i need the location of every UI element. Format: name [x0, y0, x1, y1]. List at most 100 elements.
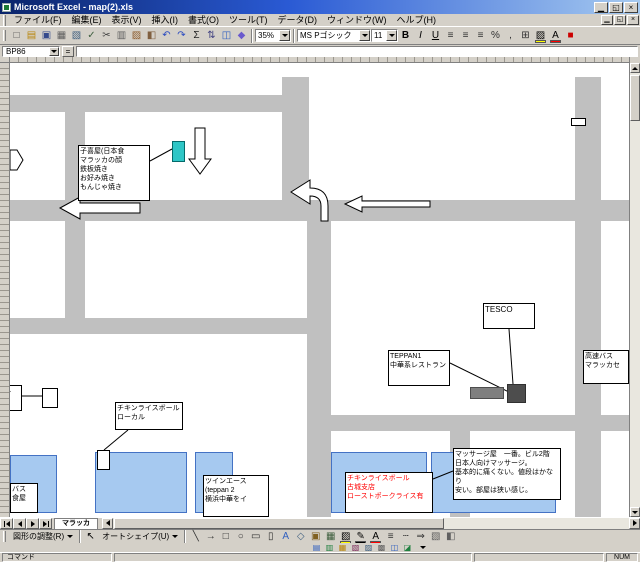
dash-style-icon[interactable]: ┄ — [398, 530, 413, 544]
drawing-toolbar-grip[interactable] — [3, 531, 6, 542]
font-name-combo[interactable]: MS Pゴシック — [297, 29, 371, 42]
close-button[interactable]: × — [624, 1, 638, 13]
last-sheet-button[interactable] — [39, 518, 52, 529]
drawing-icon[interactable]: ◆ — [234, 29, 249, 43]
vertical-scrollbar[interactable] — [629, 57, 640, 517]
mini-toolbar-icon-3[interactable]: ▦ — [336, 543, 349, 552]
select-objects-icon[interactable]: ↖ — [83, 530, 98, 544]
mini-toolbar-icon-8[interactable]: ◪ — [401, 543, 414, 552]
formula-input[interactable] — [76, 45, 638, 57]
map-label-teppan1[interactable]: TEPPAN1 中華系レストラン — [388, 350, 450, 386]
minimize-button[interactable]: ▁ — [594, 1, 608, 13]
percent-style-icon[interactable]: % — [488, 29, 503, 43]
horizontal-scrollbar[interactable] — [102, 517, 640, 530]
format-painter-icon[interactable]: ◧ — [144, 29, 159, 43]
row-headers[interactable] — [0, 63, 10, 517]
mini-toolbar-icon-2[interactable]: ▥ — [323, 543, 336, 552]
macro-stop-icon[interactable]: ■ — [563, 29, 578, 43]
map-label-chicken-rice-kojyo[interactable]: チキンライスボール 古城支店 ローストポークライス有 — [345, 472, 433, 513]
mini-toolbar-icon-4[interactable]: ▧ — [349, 543, 362, 552]
workbook-close-button[interactable]: × — [627, 15, 639, 25]
copy-icon[interactable]: ▥ — [114, 29, 129, 43]
scroll-right-button[interactable] — [629, 517, 640, 529]
bus-stop-marker[interactable] — [571, 118, 586, 126]
menu-item-6[interactable]: ツール(T) — [224, 14, 273, 26]
map-small-box-1[interactable] — [42, 388, 58, 408]
down-arrow[interactable] — [188, 127, 212, 175]
sort-ascending-icon[interactable]: ⇅ — [204, 29, 219, 43]
zoom-combo[interactable]: 35% — [255, 29, 291, 42]
arrow-icon[interactable]: → — [203, 530, 218, 544]
line-style-icon[interactable]: ≡ — [383, 530, 398, 544]
undo-icon[interactable]: ↶ — [159, 29, 174, 43]
autoshapes-menu-button[interactable]: オートシェイプ(U) — [98, 531, 182, 543]
mini-toolbar-icon-7[interactable]: ◫ — [388, 543, 401, 552]
redo-icon[interactable]: ↷ — [174, 29, 189, 43]
map-label-twin-ace[interactable]: ツインエース (teppan 2 横浜中華をイ — [203, 475, 269, 517]
comma-style-icon[interactable]: , — [503, 29, 518, 43]
map-label-chicken-rice-local[interactable]: チキンライスボール ローカル — [115, 402, 183, 430]
name-box-dropdown-icon[interactable] — [49, 46, 59, 56]
autosum-icon[interactable]: Σ — [189, 29, 204, 43]
map-label-bus-restaurant[interactable]: バス 食屋 — [10, 483, 38, 513]
clip-art-icon[interactable]: ▣ — [308, 530, 323, 544]
horizontal-scroll-thumb[interactable] — [114, 517, 444, 529]
shape-fill-color-icon[interactable]: ▨ — [338, 530, 353, 544]
menu-item-9[interactable]: ヘルプ(H) — [392, 14, 442, 26]
map-label-highway-bus[interactable]: 高速バス マラッカセ — [583, 350, 629, 384]
arrow-style-icon[interactable]: ⇒ — [413, 530, 428, 544]
menu-item-2[interactable]: 編集(E) — [67, 14, 107, 26]
text-box-icon[interactable]: ▭ — [248, 530, 263, 544]
map-canvas[interactable]: 子喜屋(日本食 マラッカの顔 鉄板焼き お好み焼き もんじゃ焼き TESCO T… — [10, 63, 629, 517]
align-left-icon[interactable]: ≡ — [443, 29, 458, 43]
font-size-combo[interactable]: 11 — [371, 29, 398, 42]
map-small-box-2[interactable] — [97, 450, 110, 470]
italic-icon[interactable]: I — [413, 29, 428, 43]
shape-line-color-icon[interactable]: ✎ — [353, 530, 368, 544]
font-color-icon[interactable]: A — [548, 29, 563, 43]
map-label-tesco[interactable]: TESCO — [483, 303, 535, 329]
next-sheet-button[interactable] — [26, 518, 39, 529]
previous-sheet-button[interactable] — [13, 518, 26, 529]
fill-color-icon[interactable]: ▨ — [533, 29, 548, 43]
map-label-massage[interactable]: マッサージ屋 一番。ビル2階 日本人向けマッサージ。 基本的に痛くない。値段はか… — [453, 448, 561, 500]
shape-font-color-icon[interactable]: A — [368, 530, 383, 544]
oval-icon[interactable]: ○ — [233, 530, 248, 544]
mini-toolbar-icon-6[interactable]: ▩ — [375, 543, 388, 552]
menu-item-5[interactable]: 書式(O) — [183, 14, 224, 26]
save-icon[interactable]: ▣ — [39, 29, 54, 43]
diagram-icon[interactable]: ◇ — [293, 530, 308, 544]
menu-item-1[interactable]: ファイル(F) — [9, 14, 67, 26]
restore-button[interactable]: ◱ — [609, 1, 623, 13]
edit-formula-button[interactable]: = — [62, 45, 74, 57]
borders-icon[interactable]: ⊞ — [518, 29, 533, 43]
building-marker-2[interactable] — [507, 384, 526, 403]
workbook-restore-button[interactable]: ◱ — [614, 15, 626, 25]
name-box[interactable]: BP86 — [2, 45, 60, 57]
scroll-left-button[interactable] — [102, 517, 113, 529]
print-preview-icon[interactable]: ▧ — [69, 29, 84, 43]
map-label-kokiya[interactable]: 子喜屋(日本食 マラッカの顔 鉄板焼き お好み焼き もんじゃ焼き — [78, 145, 150, 201]
toolbar-grip[interactable] — [3, 30, 6, 41]
picture-icon[interactable]: ▦ — [323, 530, 338, 544]
zoom-dropdown-icon[interactable] — [279, 30, 290, 41]
menu-item-3[interactable]: 表示(V) — [107, 14, 147, 26]
wordart-icon[interactable]: A — [278, 530, 293, 544]
shadow-style-icon[interactable]: ▧ — [428, 530, 443, 544]
teal-shop-marker[interactable] — [172, 141, 185, 162]
new-icon[interactable]: □ — [9, 29, 24, 43]
mini-toolbar-icon-5[interactable]: ▨ — [362, 543, 375, 552]
vertical-text-box-icon[interactable]: ▯ — [263, 530, 278, 544]
font-size-dropdown-icon[interactable] — [386, 30, 397, 41]
menu-item-4[interactable]: 挿入(I) — [147, 14, 184, 26]
mini-toolbar-dropdown[interactable] — [416, 543, 429, 552]
vertical-scroll-thumb[interactable] — [630, 75, 640, 121]
sheet-tab-マラッカ[interactable]: マラッカ — [54, 518, 98, 529]
scroll-down-button[interactable] — [630, 507, 640, 517]
paste-icon[interactable]: ▨ — [129, 29, 144, 43]
scroll-up-button[interactable] — [630, 63, 640, 73]
chart-wizard-icon[interactable]: ◫ — [219, 29, 234, 43]
draw-menu-button[interactable]: 図形の調整(R) — [9, 531, 77, 543]
first-sheet-button[interactable] — [0, 518, 13, 529]
menu-item-8[interactable]: ウィンドウ(W) — [322, 14, 392, 26]
